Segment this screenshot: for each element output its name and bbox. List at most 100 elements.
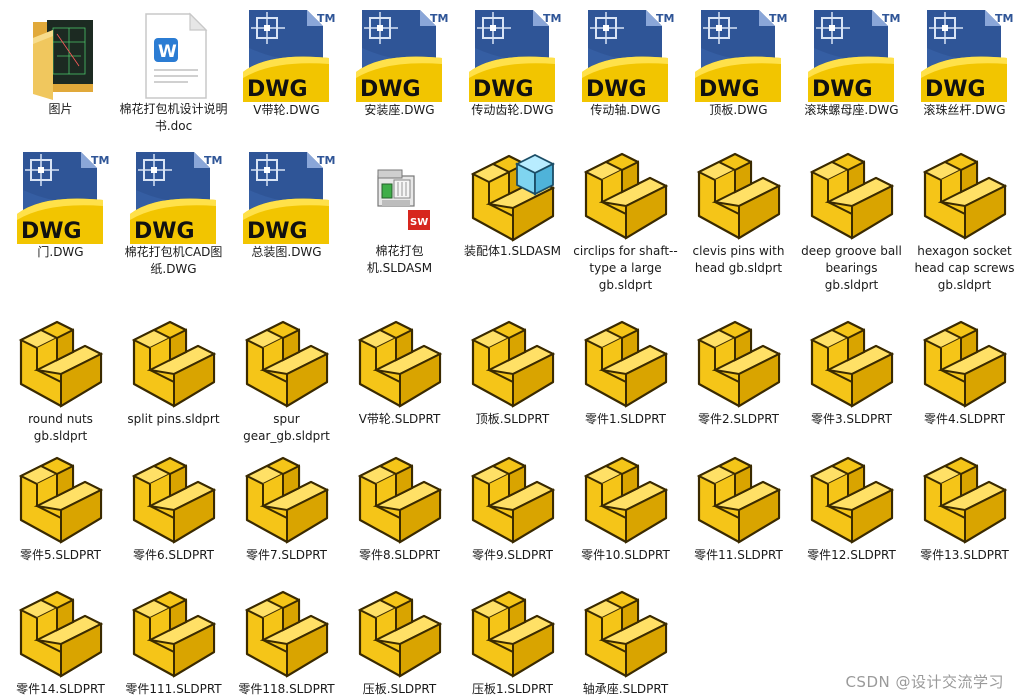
dwg-file-icon: DWG TM <box>578 8 674 104</box>
file-item[interactable]: 零件11.SLDPRT <box>682 454 795 564</box>
svg-text:TM: TM <box>995 12 1013 25</box>
part-icon <box>578 454 674 550</box>
part-icon <box>804 454 900 550</box>
file-name-label: 顶板.DWG <box>709 103 768 117</box>
file-item[interactable]: DWG TM 滚珠丝杆.DWG <box>908 8 1018 119</box>
file-item[interactable]: 零件111.SLDPRT <box>117 588 230 698</box>
file-item[interactable]: round nuts gb.sldprt <box>4 318 117 445</box>
part-icon <box>578 150 674 246</box>
file-name-label: 总装图.DWG <box>251 245 322 259</box>
file-item[interactable]: 零件118.SLDPRT <box>230 588 343 698</box>
part-icon <box>578 588 674 684</box>
file-name-label: clevis pins with head gb.sldprt <box>692 244 785 275</box>
file-item[interactable]: 零件12.SLDPRT <box>795 454 908 564</box>
file-item[interactable]: 装配体1.SLDASM <box>456 150 569 260</box>
file-name-label: spur gear_gb.sldprt <box>243 412 330 443</box>
dwg-file-icon: DWG TM <box>804 8 900 104</box>
file-name-label: deep groove ball bearings gb.sldprt <box>801 244 902 292</box>
dwg-file-icon: DWG TM <box>691 8 787 104</box>
file-item[interactable]: 零件14.SLDPRT <box>4 588 117 698</box>
part-icon <box>352 588 448 684</box>
file-item[interactable]: 顶板.SLDPRT <box>456 318 569 428</box>
part-icon <box>691 318 787 414</box>
file-item[interactable]: DWG TM 传动轴.DWG <box>569 8 682 119</box>
svg-text:TM: TM <box>543 12 561 25</box>
dwg-file-icon: DWG TM <box>465 8 561 104</box>
file-name-label: 滚珠丝杆.DWG <box>923 103 1006 117</box>
file-item[interactable]: 零件1.SLDPRT <box>569 318 682 428</box>
file-item[interactable]: 零件6.SLDPRT <box>117 454 230 564</box>
file-item[interactable]: 轴承座.SLDPRT <box>569 588 682 698</box>
assembly-cube-icon <box>465 150 561 246</box>
svg-text:DWG: DWG <box>247 219 308 244</box>
file-name-label: 门.DWG <box>37 245 84 259</box>
file-item[interactable]: 零件3.SLDPRT <box>795 318 908 428</box>
svg-text:TM: TM <box>656 12 674 25</box>
word-document-icon: W <box>126 8 222 104</box>
file-item[interactable]: W 棉花打包机设计说明书.doc <box>117 8 230 135</box>
svg-text:W: W <box>158 42 177 62</box>
part-icon <box>126 588 222 684</box>
part-icon <box>352 454 448 550</box>
file-item[interactable]: 零件4.SLDPRT <box>908 318 1018 428</box>
part-icon <box>917 150 1013 246</box>
dwg-file-icon: DWG TM <box>126 150 222 246</box>
file-item[interactable]: 零件2.SLDPRT <box>682 318 795 428</box>
file-item[interactable]: 零件8.SLDPRT <box>343 454 456 564</box>
file-item[interactable]: SW 棉花打包机.SLDASM <box>343 150 456 277</box>
file-item[interactable]: V带轮.SLDPRT <box>343 318 456 428</box>
file-item[interactable]: DWG TM 棉花打包机CAD图纸.DWG <box>117 150 230 278</box>
part-icon <box>465 588 561 684</box>
file-item[interactable]: 零件10.SLDPRT <box>569 454 682 564</box>
file-grid: 图片 W 棉花打包机设计说明书.doc DWG TM V带轮.DWG DWG T… <box>0 0 1018 698</box>
file-item[interactable]: split pins.sldprt <box>117 318 230 428</box>
file-item[interactable]: DWG TM 门.DWG <box>4 150 117 261</box>
part-icon <box>13 318 109 414</box>
file-item[interactable]: DWG TM 安装座.DWG <box>343 8 456 119</box>
file-item[interactable]: clevis pins with head gb.sldprt <box>682 150 795 277</box>
file-name-label: 棉花打包机设计说明书.doc <box>119 102 228 133</box>
file-item[interactable]: DWG TM 滚珠螺母座.DWG <box>795 8 908 119</box>
file-item[interactable]: 零件9.SLDPRT <box>456 454 569 564</box>
part-icon <box>239 318 335 414</box>
file-name-label: 传动齿轮.DWG <box>471 103 554 117</box>
svg-text:DWG: DWG <box>586 77 647 102</box>
file-item[interactable]: spur gear_gb.sldprt <box>230 318 343 445</box>
watermark: CSDN @设计交流学习 <box>845 673 1004 691</box>
svg-text:TM: TM <box>317 154 335 167</box>
dwg-file-icon: DWG TM <box>239 8 335 104</box>
file-item[interactable]: 零件13.SLDPRT <box>908 454 1018 564</box>
svg-text:DWG: DWG <box>360 77 421 102</box>
file-name-label: 棉花打包机.SLDASM <box>366 244 433 275</box>
file-item[interactable]: 压板1.SLDPRT <box>456 588 569 698</box>
file-name-label: 传动轴.DWG <box>590 103 661 117</box>
file-item[interactable]: DWG TM 顶板.DWG <box>682 8 795 119</box>
dwg-file-icon: DWG TM <box>917 8 1013 104</box>
folder-icon <box>13 8 109 104</box>
part-icon <box>917 454 1013 550</box>
svg-text:DWG: DWG <box>247 77 308 102</box>
svg-text:DWG: DWG <box>134 219 195 244</box>
svg-text:DWG: DWG <box>812 77 873 102</box>
file-item[interactable]: 零件7.SLDPRT <box>230 454 343 564</box>
part-icon <box>13 588 109 684</box>
file-item[interactable]: DWG TM V带轮.DWG <box>230 8 343 119</box>
file-item[interactable]: hexagon socket head cap screws gb.sldprt <box>908 150 1018 294</box>
part-icon <box>126 454 222 550</box>
file-item[interactable]: DWG TM 传动齿轮.DWG <box>456 8 569 119</box>
file-item[interactable]: 零件5.SLDPRT <box>4 454 117 564</box>
file-name-label: 滚珠螺母座.DWG <box>804 103 899 117</box>
file-item[interactable]: 压板.SLDPRT <box>343 588 456 698</box>
svg-text:DWG: DWG <box>473 77 534 102</box>
dwg-file-icon: DWG TM <box>239 150 335 246</box>
file-item[interactable]: DWG TM 总装图.DWG <box>230 150 343 261</box>
svg-text:TM: TM <box>430 12 448 25</box>
dwg-file-icon: DWG TM <box>352 8 448 104</box>
part-icon <box>239 588 335 684</box>
file-item[interactable]: deep groove ball bearings gb.sldprt <box>795 150 908 294</box>
part-icon <box>691 454 787 550</box>
file-item[interactable]: 图片 <box>4 8 117 118</box>
part-icon <box>465 454 561 550</box>
svg-text:DWG: DWG <box>925 77 986 102</box>
file-item[interactable]: circlips for shaft--type a large gb.sldp… <box>569 150 682 294</box>
